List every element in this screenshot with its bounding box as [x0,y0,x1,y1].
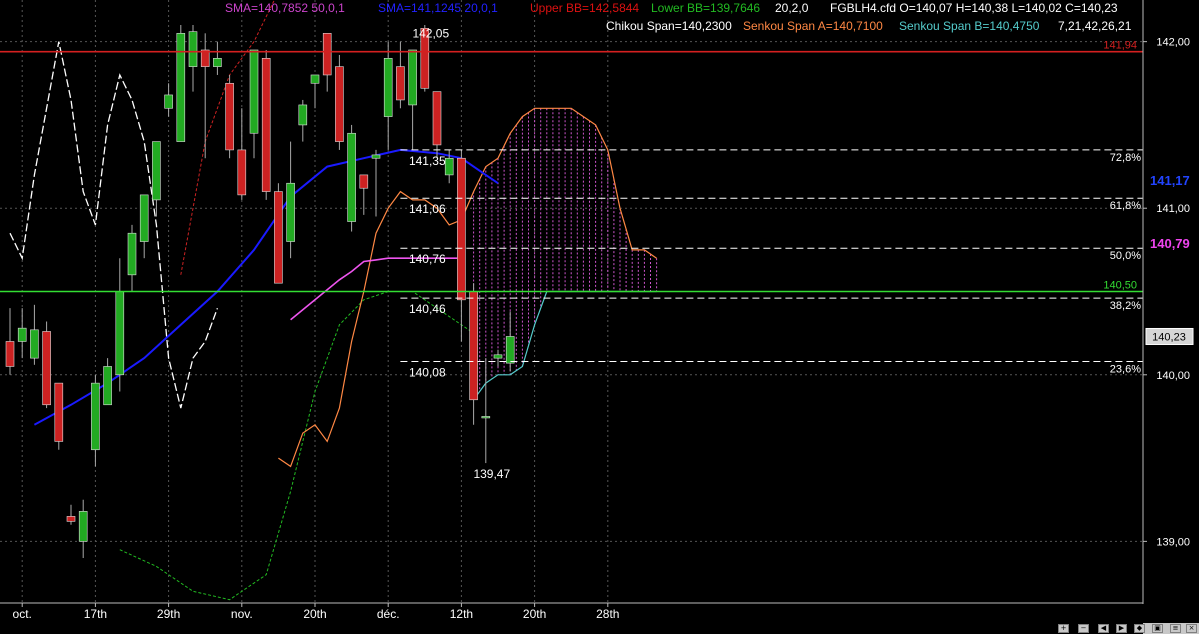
candle-body [444,157,454,176]
candle-body [408,49,417,106]
price-tag-label: 141,17 [1150,173,1190,188]
candle-body [42,331,51,406]
price-annotation: 139,47 [473,467,510,481]
candle-body [469,291,478,401]
bb-params-legend: 20,2,0 [775,1,809,15]
zoom-out-button[interactable]: − [1078,624,1089,633]
fib-percent-label: 50,0% [1110,250,1141,262]
candle-body [347,132,356,222]
candle-body [200,49,210,67]
candle-body [139,194,149,242]
candle-body [66,516,76,522]
fib-price-label: 141,35 [409,154,446,168]
fit-button[interactable]: ▣ [1152,624,1163,633]
candle-body [103,366,112,406]
candle-body [115,291,125,376]
lower-bb-legend: Lower BB=139,7646 [651,1,760,15]
x-tick-label: 29th [157,607,180,621]
chikou-legend: Chikou Span=140,2300 [606,19,732,33]
candle-body [298,104,308,126]
candle-body [310,74,320,84]
current-price-label: 140,23 [1152,331,1186,343]
x-tick-label: 17th [84,607,107,621]
price-chart[interactable]: 141,94 140,50 141,35 72,8% 141,06 61,8% 140,76… [0,0,1199,634]
sma-20-legend: SMA=141,1245 20,0,1 [378,1,498,15]
candle-body [505,336,515,364]
candle-body [188,31,198,67]
candle-body [274,191,283,284]
candle-body [164,94,173,109]
fib-price-label: 140,08 [409,365,446,379]
candle-body [237,149,247,196]
scroll-right-button[interactable]: ▶ [1116,624,1127,633]
x-tick-label: oct. [13,607,32,621]
upper-bb-legend: Upper BB=142,5844 [530,1,639,15]
y-tick-label: 141,00 [1156,203,1190,215]
candle-body [432,91,442,146]
candle-body [30,329,39,359]
fib-percent-label: 23,6% [1110,363,1141,375]
candle-body [225,82,234,151]
fib-percent-label: 72,8% [1110,152,1141,164]
senkou-b-legend: Senkou Span B=140,4750 [899,19,1040,33]
y-tick-label: 142,00 [1156,37,1190,49]
ichimoku-params-legend: 7,21,42,26,21 [1058,19,1132,33]
fib-price-label: 140,76 [409,252,446,266]
candle-body [249,49,259,134]
candle-body [78,511,88,542]
candle-body [213,58,222,67]
x-tick-label: déc. [377,607,400,621]
candle-body [152,141,161,201]
candle-body [261,58,271,192]
candle-body [335,66,344,142]
candle-body [54,382,64,442]
close-button[interactable]: × [1186,624,1197,633]
candle-body [322,33,332,76]
x-tick-label: 20th [523,607,546,621]
candle-body [17,327,27,342]
horizontal-line-label: 140,50 [1103,280,1137,292]
candle-body [359,174,369,189]
price-annotation: 142,05 [412,26,449,40]
candle-body [286,182,295,242]
candle-body [371,154,381,159]
fib-percent-label: 38,2% [1110,300,1141,312]
y-tick-label: 139,00 [1156,536,1190,548]
y-tick-label: 140,00 [1156,370,1190,382]
x-tick-label: 28th [596,607,619,621]
settings-button[interactable]: ≡ [1170,624,1181,633]
candle-body [91,382,100,451]
x-tick-label: 12th [450,607,473,621]
candle-body [396,66,405,101]
candle-body [383,58,393,117]
senkou-a-legend: Senkou Span A=140,7100 [743,19,883,33]
horizontal-line-label: 141,94 [1103,40,1137,52]
candle-body [5,341,15,367]
x-tick-label: 20th [303,607,326,621]
fib-price-label: 140,46 [409,302,446,316]
sma-50-legend: SMA=140,7852 50,0,1 [225,1,345,15]
candle-body [127,232,137,276]
candle-body [176,33,186,142]
fib-percent-label: 61,8% [1110,200,1141,212]
candle-body [493,354,503,359]
scroll-left-button[interactable]: ◀ [1098,624,1109,633]
candle-body [457,157,466,301]
ohlc-legend: FGBLH4.cfd O=140,07 H=140,38 L=140,02 C=… [830,1,1118,15]
candle-body [481,416,491,419]
price-tag-label: 140,79 [1150,236,1190,251]
pan-button[interactable]: ◆ [1134,624,1145,633]
fib-price-label: 141,06 [409,202,446,216]
zoom-in-button[interactable]: + [1058,624,1069,633]
x-tick-label: nov. [231,607,253,621]
